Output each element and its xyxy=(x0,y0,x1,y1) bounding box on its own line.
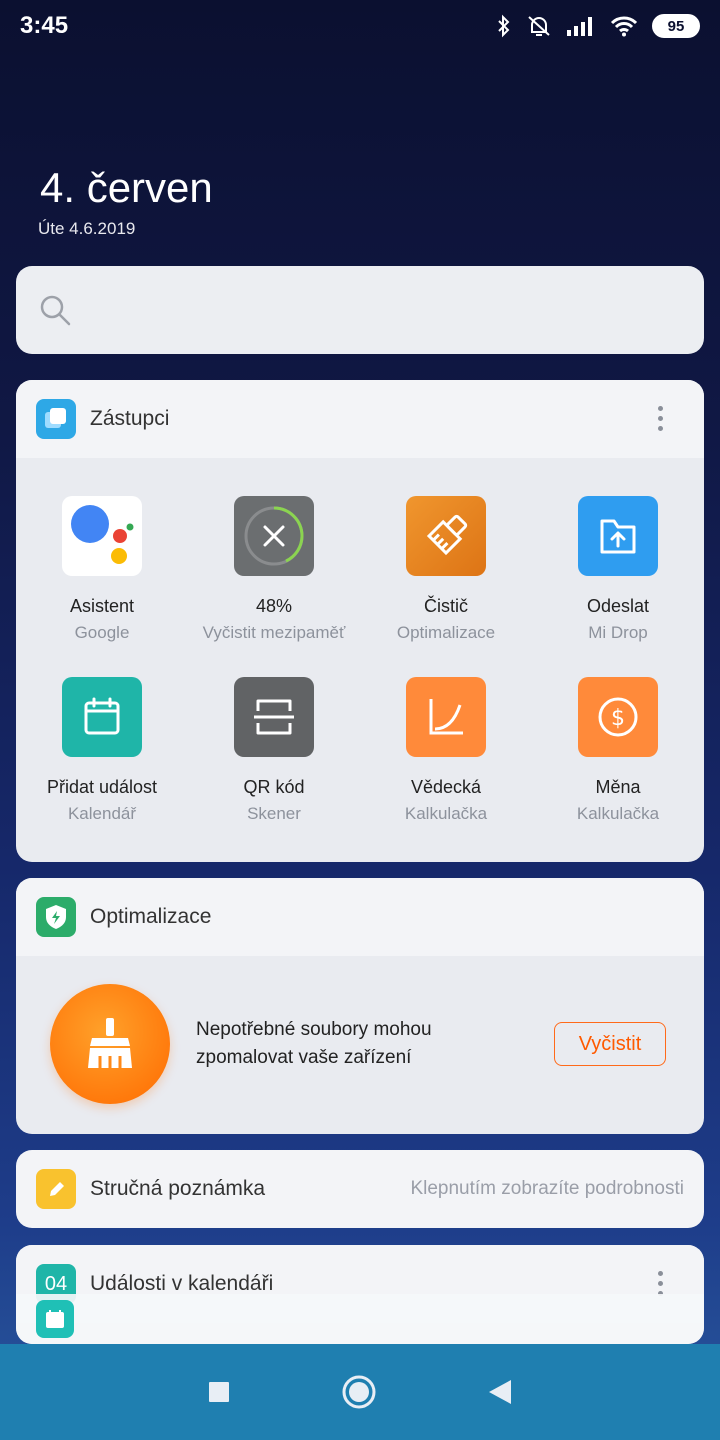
shortcut-name: Přidat událost xyxy=(46,777,158,797)
back-icon[interactable] xyxy=(487,1378,513,1406)
shortcut-sub: Google xyxy=(74,623,130,642)
search-bar[interactable] xyxy=(16,266,704,354)
shortcut-sub: Kalkulačka xyxy=(576,804,660,823)
scientific-calculator-icon xyxy=(406,677,486,757)
wifi-icon xyxy=(610,16,638,37)
shortcut-scientific-calculator[interactable]: Vědecká Kalkulačka xyxy=(360,677,532,858)
quick-note-row: Stručná poznámka Klepnutím zobrazíte pod… xyxy=(16,1150,704,1228)
optimization-header: Optimalizace xyxy=(16,878,704,956)
optimization-message: Nepotřebné soubory mohou zpomalovat vaše… xyxy=(196,1019,432,1068)
qr-scanner-icon xyxy=(234,677,314,757)
more-options-icon[interactable] xyxy=(658,406,664,431)
shortcut-mi-drop[interactable]: Odeslat Mi Drop xyxy=(532,496,704,677)
navigation-bar xyxy=(0,1344,720,1440)
mi-drop-icon xyxy=(578,496,658,576)
svg-text:$: $ xyxy=(611,706,625,731)
battery-icon: 95 xyxy=(652,14,700,38)
calendar-icon xyxy=(36,1300,74,1338)
optimization-body: Nepotřebné soubory mohou zpomalovat vaše… xyxy=(16,956,704,1132)
shortcut-sub: Optimalizace xyxy=(396,623,496,642)
shortcut-name: QR kód xyxy=(243,777,305,797)
shortcuts-header: Zástupci xyxy=(16,380,704,458)
cleaner-icon xyxy=(406,496,486,576)
shortcut-name: 48% xyxy=(255,596,293,616)
calendar-add-icon xyxy=(62,677,142,757)
calendar-overlay xyxy=(16,1294,704,1344)
shortcut-memory-clean[interactable]: 48% Vyčistit mezipaměť xyxy=(188,496,360,677)
shortcut-currency-calculator[interactable]: $ Měna Kalkulačka xyxy=(532,677,704,858)
battery-level: 95 xyxy=(667,17,685,35)
bluetooth-icon xyxy=(498,14,510,38)
alarm-off-icon xyxy=(528,16,550,36)
shortcut-sub: Vyčistit mezipaměť xyxy=(202,623,346,642)
shortcut-qr-scanner[interactable]: QR kód Skener xyxy=(188,677,360,858)
shortcuts-icon xyxy=(36,399,76,439)
calendar-day: 04 xyxy=(44,1272,68,1295)
home-icon[interactable] xyxy=(341,1374,377,1410)
shortcut-name: Měna xyxy=(595,777,641,797)
shortcut-name: Odeslat xyxy=(586,596,650,616)
shortcut-sub: Mi Drop xyxy=(588,623,648,642)
signal-icon xyxy=(567,17,592,36)
clean-button[interactable]: Vyčistit xyxy=(554,1022,666,1066)
quick-note-card[interactable]: Stručná poznámka Klepnutím zobrazíte pod… xyxy=(16,1150,704,1228)
shortcut-add-event[interactable]: Přidat událost Kalendář xyxy=(16,677,188,858)
status-time: 3:45 xyxy=(20,12,69,39)
date-subtitle: Úte 4.6.2019 xyxy=(38,219,136,238)
recents-icon[interactable] xyxy=(207,1380,231,1404)
pencil-icon xyxy=(36,1169,76,1209)
shortcut-assistant[interactable]: Asistent Google xyxy=(16,496,188,677)
shortcut-cleaner[interactable]: Čistič Optimalizace xyxy=(360,496,532,677)
shortcuts-title: Zástupci xyxy=(90,407,170,430)
shortcut-sub: Skener xyxy=(247,804,301,823)
shortcut-name: Vědecká xyxy=(410,777,482,797)
search-icon xyxy=(40,295,71,326)
shortcuts-grid: Asistent Google 48% Vyčistit mezipaměť Č… xyxy=(16,458,704,858)
status-bar: 3:45 95 xyxy=(0,0,720,52)
quick-note-hint: Klepnutím zobrazíte podrobnosti xyxy=(410,1178,684,1199)
shortcut-sub: Kalendář xyxy=(67,804,137,823)
optimization-title: Optimalizace xyxy=(90,905,212,928)
shortcut-name: Asistent xyxy=(69,596,135,616)
google-assistant-icon xyxy=(62,496,142,576)
quick-note-title: Stručná poznámka xyxy=(90,1177,266,1200)
currency-calculator-icon: $ xyxy=(578,677,658,757)
calendar-events-card[interactable]: 04 Události v kalendáři xyxy=(16,1245,704,1344)
shortcut-name: Čistič xyxy=(424,596,468,616)
optimization-card: Optimalizace Nepotřebné soubory mohou zp… xyxy=(16,878,704,1134)
shield-icon xyxy=(36,897,76,937)
broom-icon xyxy=(50,984,170,1104)
shortcuts-card: Zástupci Asistent Google 48% Vyčistit me… xyxy=(16,380,704,862)
shortcut-sub: Kalkulačka xyxy=(404,804,488,823)
status-icons: 95 xyxy=(496,14,700,38)
memory-clean-icon xyxy=(234,496,314,576)
date-title: 4. červen xyxy=(40,164,213,211)
more-options-icon[interactable] xyxy=(658,1271,664,1296)
calendar-events-title: Události v kalendáři xyxy=(90,1272,274,1295)
